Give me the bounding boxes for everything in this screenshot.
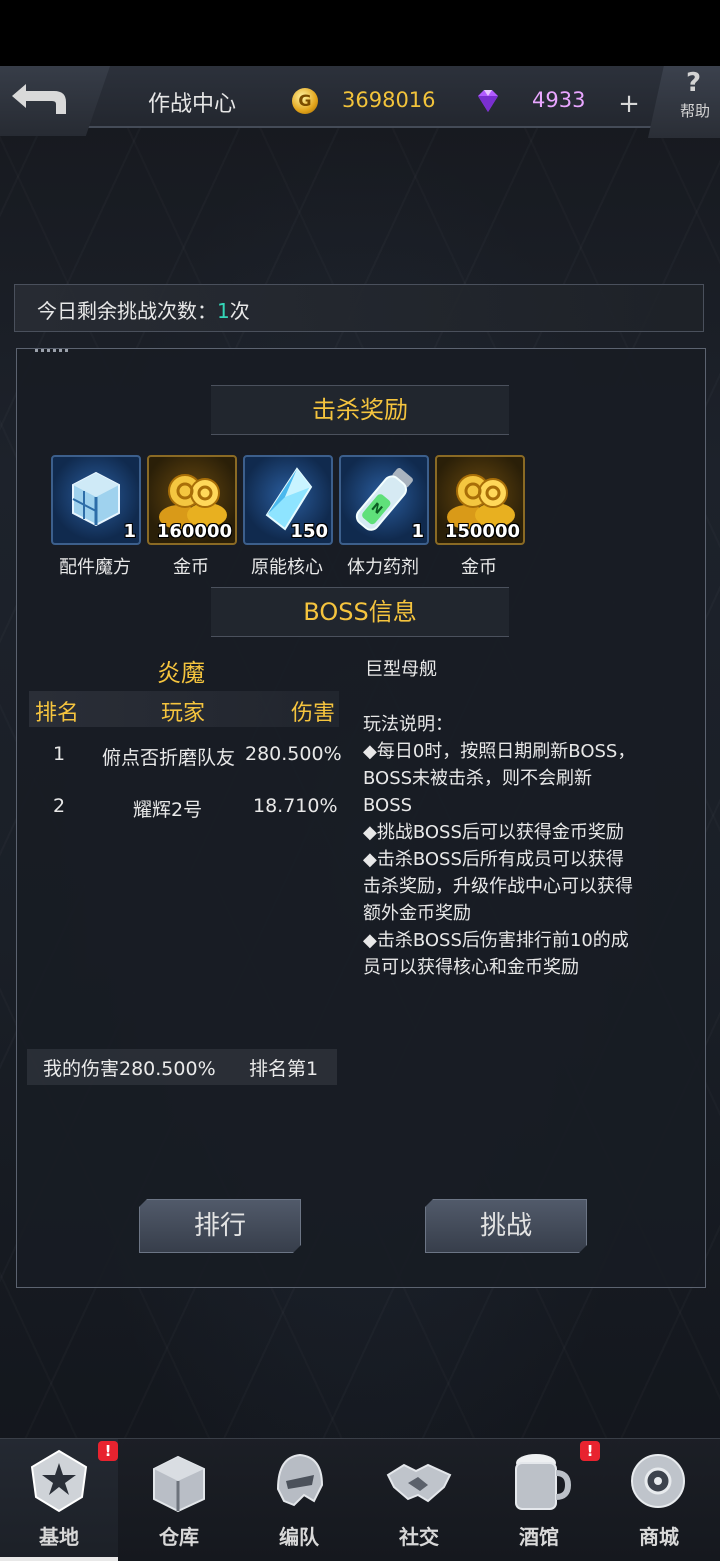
top-bar: 作战中心 G 3698016 4933 + ? 帮助 [0,66,720,146]
reward-item[interactable]: 150 原能核心 [243,455,333,579]
boss-name: 炎魔 [157,659,205,687]
diamond-amount: 4933 [532,88,586,112]
rules-line: 额外金币奖励 [363,903,471,924]
base-star-icon [30,1449,88,1513]
kill-rewards-title: 击杀奖励 [211,385,509,435]
rules-line: 员可以获得核心和金币奖励 [363,957,579,978]
ranking-player: 俯点否折磨队友 [101,747,235,769]
boss-panel: 击杀奖励 1 配件魔方 160000 金币 150 原能核心 N 1 体力药剂 … [16,348,706,1288]
reward-item[interactable]: 160000 金币 [147,455,237,579]
notification-badge: ! [580,1441,600,1461]
rules-line: BOSS未被击杀，则不会刷新 [363,768,593,789]
ranking-row: 2 耀辉2号 18.710% [29,791,349,825]
rules-line: ◆每日0时，按照日期刷新BOSS， [363,741,636,762]
reward-icon-frame: 160000 [147,455,237,545]
reward-icon-frame: 1 [51,455,141,545]
nav-label: 商城 [639,1525,679,1549]
ranking-row: 1 俯点否折磨队友 280.500% [29,739,349,773]
my-rank-text: 排名第1 [249,1058,319,1080]
reward-icon-frame: 150 [243,455,333,545]
ranking-header-rank: 排名 [35,701,80,726]
reward-name: 金币 [461,557,497,578]
bottom-nav: ! 基地 仓库 编队 社交 ! 酒馆 商城 [0,1438,720,1561]
rules-line: ◆挑战BOSS后可以获得金币奖励 [363,822,624,843]
my-damage-text: 我的伤害280.500% [43,1058,216,1080]
nav-label: 编队 [279,1525,319,1549]
rules-line: ◆击杀BOSS后所有成员可以获得 [363,849,624,870]
gold-coin-icon: G [292,88,318,114]
rules-line: 击杀奖励，升级作战中心可以获得 [363,876,633,897]
ranking-header-damage: 伤害 [291,701,336,726]
add-diamond-button[interactable]: + [614,90,644,120]
nav-item-formation[interactable]: 编队 [240,1439,358,1561]
ranking-damage: 18.710% [253,795,338,817]
diamond-icon [478,90,498,112]
rules-text: 玩法说明： ◆每日0时，按照日期刷新BOSS， BOSS未被击杀，则不会刷新 B… [363,711,693,981]
reward-icon-frame: 150000 [435,455,525,545]
ranking-button[interactable]: 排行 [139,1199,301,1253]
ranking-rank: 2 [53,795,66,817]
remaining-challenges-count: 1 [217,299,230,323]
ranking-player: 耀辉2号 [133,799,203,821]
reward-quantity: 160000 [156,521,232,542]
rules-line: ◆击杀BOSS后伤害排行前10的成 [363,930,629,951]
reward-item[interactable]: 150000 金币 [435,455,525,579]
shop-orb-icon [631,1454,685,1508]
reward-name: 配件魔方 [59,557,131,578]
reward-quantity: 150000 [444,521,520,542]
reward-icon-frame: N 1 [339,455,429,545]
nav-item-tavern[interactable]: ! 酒馆 [480,1439,600,1561]
nav-label: 酒馆 [519,1525,559,1549]
reward-quantity: 150 [290,521,328,542]
my-damage-bar: 我的伤害280.500% 排名第1 [27,1049,337,1085]
ranking-damage: 280.500% [245,743,342,765]
ranking-header: 排名 玩家 伤害 [29,691,339,727]
helmet-icon [276,1453,324,1507]
reward-name: 金币 [173,557,209,578]
challenge-button[interactable]: 挑战 [425,1199,587,1253]
reward-name: 原能核心 [251,557,323,578]
warehouse-crate-icon [153,1455,205,1513]
help-label: 帮助 [680,102,711,120]
gold-amount: 3698016 [342,88,436,112]
ranking-rank: 1 [53,743,66,765]
nav-item-shop[interactable]: 商城 [600,1439,718,1561]
rules-line: BOSS [363,795,413,816]
remaining-challenges-label: 今日剩余挑战次数： [37,299,217,323]
boss-info-title: BOSS信息 [211,587,509,637]
back-arrow-icon [12,84,66,114]
remaining-challenges-text: 今日剩余挑战次数：1次 [37,295,250,324]
reward-item[interactable]: 1 配件魔方 [51,455,141,579]
nav-label: 仓库 [159,1525,199,1549]
boss-type: 巨型母舰 [365,659,437,680]
remaining-challenges-unit: 次 [229,299,250,323]
reward-item[interactable]: N 1 体力药剂 [339,455,429,579]
nav-label: 社交 [399,1525,439,1549]
reward-quantity: 1 [123,521,136,542]
ranking-header-player: 玩家 [161,701,206,726]
handshake-icon [386,1463,452,1503]
question-icon: ? [686,68,702,98]
reward-name: 体力药剂 [347,557,419,578]
page-title: 作战中心 [148,92,237,117]
nav-item-social[interactable]: 社交 [360,1439,478,1561]
beer-mug-icon [515,1454,572,1510]
nav-label: 基地 [39,1525,79,1549]
notification-badge: ! [98,1441,118,1461]
status-bar [0,0,720,66]
nav-item-warehouse[interactable]: 仓库 [120,1439,238,1561]
remaining-challenges-bar: 今日剩余挑战次数：1次 [14,284,704,332]
reward-quantity: 1 [411,521,424,542]
nav-item-base[interactable]: ! 基地 [0,1439,118,1561]
rules-line: 玩法说明： [363,714,453,735]
